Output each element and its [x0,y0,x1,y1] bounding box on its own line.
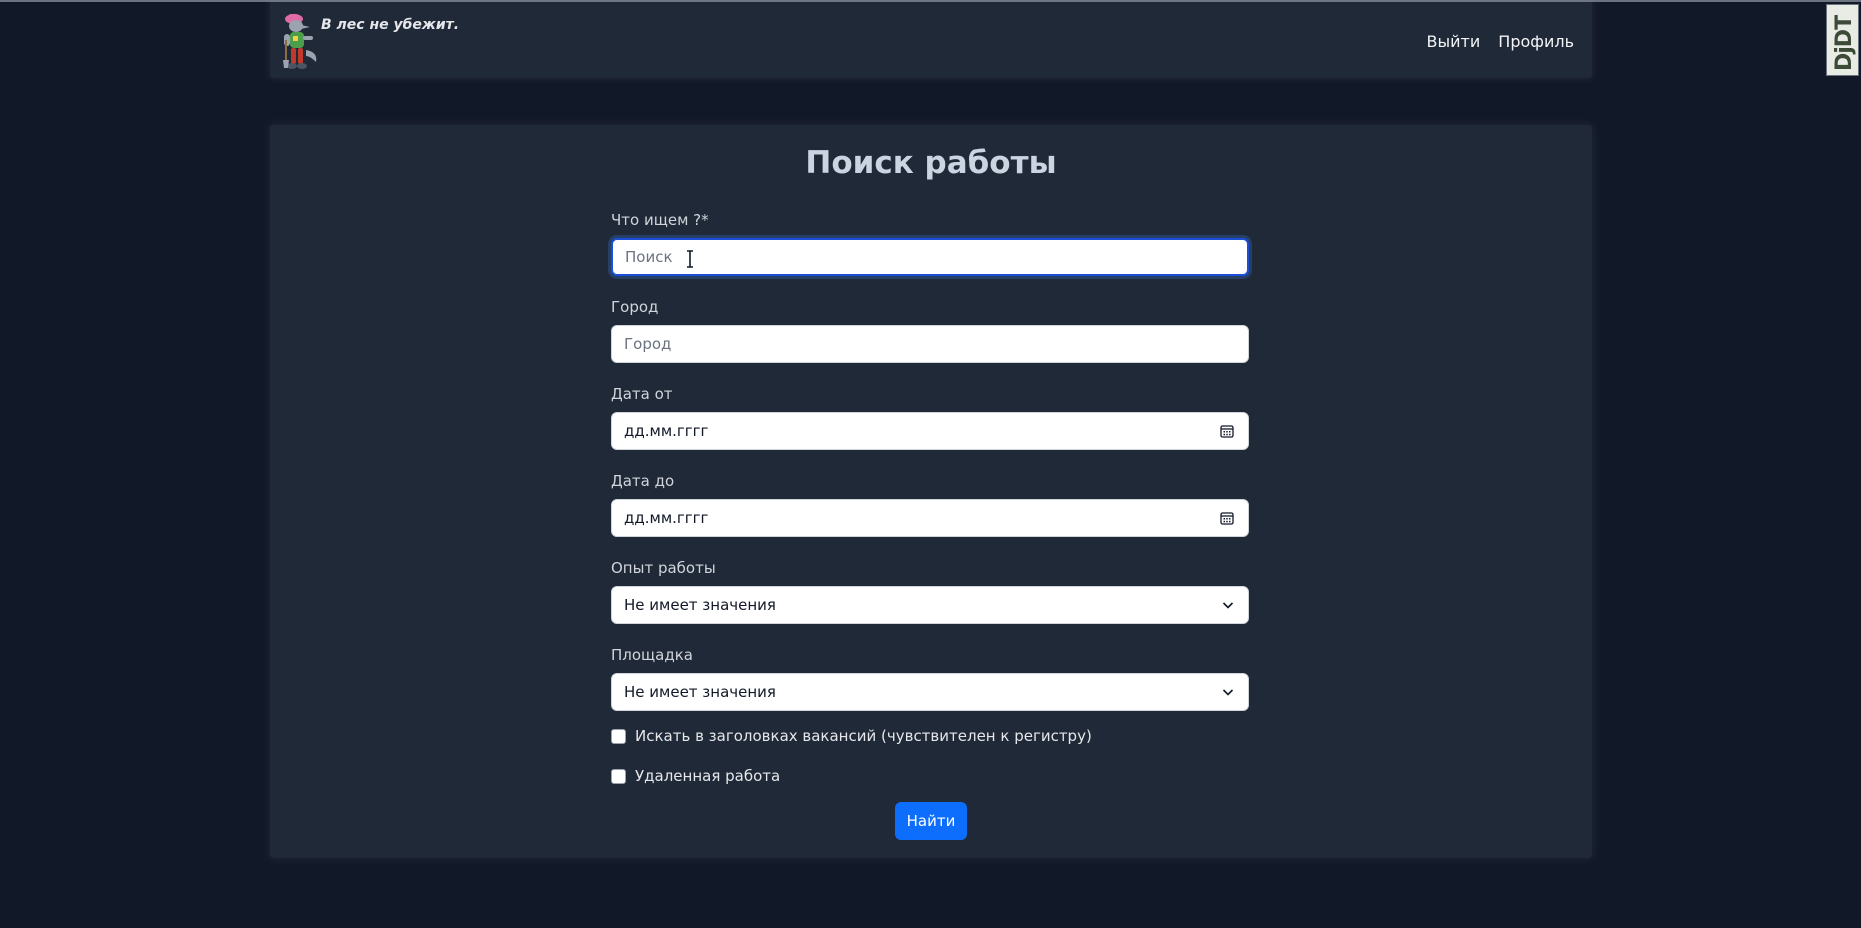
search-card: Поиск работы Что ищем ?* Город Дата от д… [270,125,1592,858]
chevron-down-icon [1222,689,1234,696]
text-cursor-icon [687,250,693,268]
query-input[interactable] [625,240,1225,274]
nav-links: Выйти Профиль [1427,32,1574,51]
remote-checkbox[interactable] [611,768,626,784]
platform-select[interactable]: Не имеет значения [611,673,1249,711]
date-to-label: Дата до [611,472,675,490]
titles-checkbox[interactable] [611,728,626,744]
query-field [611,238,1249,276]
city-input[interactable] [624,326,1224,362]
remote-checkbox-row: Удаленная работа [611,765,1249,787]
date-from-input[interactable]: дд.мм.гггг [611,412,1249,450]
query-group: Что ищем ?* [611,210,1249,276]
profile-link[interactable]: Профиль [1498,32,1574,51]
experience-select[interactable]: Не имеет значения [611,586,1249,624]
search-submit-button[interactable]: Найти [895,802,967,840]
titles-checkbox-row: Искать в заголовках вакансий (чувствител… [611,725,1249,747]
djdt-label: DjDT [1832,15,1857,71]
city-group: Город [611,297,1249,363]
platform-label: Площадка [611,646,693,664]
chevron-down-icon [1222,602,1234,609]
city-label: Город [611,298,659,316]
platform-selected-value: Не имеет значения [624,683,776,701]
logout-link[interactable]: Выйти [1427,32,1481,51]
city-field [611,325,1249,363]
page-title: Поиск работы [805,145,1057,181]
site-tagline: В лес не убежит. [321,17,460,33]
job-search-form: Что ищем ?* Город Дата от дд.мм.гггг [611,210,1249,787]
experience-selected-value: Не имеет значения [624,596,776,614]
wolf-logo-icon[interactable] [280,10,324,72]
date-from-value: дд.мм.гггг [624,422,709,440]
experience-label: Опыт работы [611,559,716,577]
django-debug-toolbar-handle[interactable]: DjDT [1826,4,1859,76]
date-from-label: Дата от [611,385,673,403]
date-to-value: дд.мм.гггг [624,509,709,527]
remote-checkbox-label[interactable]: Удаленная работа [635,767,780,785]
experience-group: Опыт работы Не имеет значения [611,558,1249,624]
calendar-icon[interactable] [1220,511,1234,525]
navbar: В лес не убежит. Выйти Профиль [270,2,1592,78]
platform-group: Площадка Не имеет значения [611,645,1249,711]
query-label: Что ищем ?* [611,211,709,229]
date-to-group: Дата до дд.мм.гггг [611,471,1249,537]
titles-checkbox-label[interactable]: Искать в заголовках вакансий (чувствител… [635,727,1092,745]
calendar-icon[interactable] [1220,424,1234,438]
date-from-group: Дата от дд.мм.гггг [611,384,1249,450]
date-to-input[interactable]: дд.мм.гггг [611,499,1249,537]
